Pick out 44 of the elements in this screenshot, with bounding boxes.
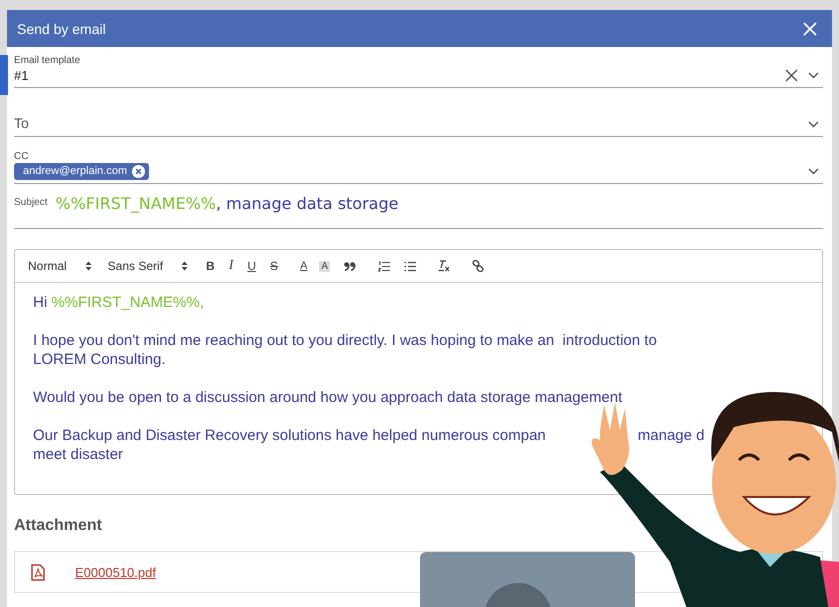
updown-icon bbox=[181, 261, 188, 271]
email-body-text: Our Backup and Disaster Recovery solutions have helped numerous compan bbox=[33, 427, 546, 444]
attachment-heading: Attachment bbox=[14, 517, 104, 535]
chevron-down-icon[interactable] bbox=[808, 168, 819, 174]
color-button[interactable]: A bbox=[298, 260, 310, 272]
clear-format-icon[interactable] bbox=[438, 260, 450, 272]
email-body-text: meet disaster bbox=[33, 446, 124, 463]
link-icon[interactable] bbox=[472, 260, 484, 272]
underline-button[interactable]: U bbox=[245, 259, 258, 273]
pdf-file-icon bbox=[31, 564, 45, 580]
bullet-list-icon[interactable] bbox=[404, 260, 416, 272]
remove-icon[interactable] bbox=[132, 164, 146, 178]
email-body-text: %%FIRST_NAME%%, bbox=[51, 294, 204, 311]
email-chip[interactable]: andrew@erplain.com bbox=[14, 162, 150, 180]
italic-button[interactable]: I bbox=[226, 258, 236, 274]
select-field[interactable]: To bbox=[14, 102, 823, 137]
bold-button[interactable]: B bbox=[204, 259, 217, 273]
header-select[interactable]: Normal bbox=[28, 259, 92, 273]
clear-icon[interactable] bbox=[785, 68, 798, 82]
select-field[interactable]: Email template #1 bbox=[14, 55, 823, 88]
email-body-text: Hi bbox=[33, 294, 48, 311]
font-select[interactable]: Sans Serif bbox=[108, 259, 188, 273]
field-label: CC bbox=[14, 151, 28, 162]
chips-field[interactable]: CC andrew@erplain.com bbox=[14, 151, 823, 184]
updown-icon bbox=[84, 261, 92, 271]
field-value: #1 bbox=[14, 68, 28, 82]
numbered-list-icon[interactable] bbox=[378, 260, 390, 272]
background-button[interactable]: A bbox=[319, 260, 330, 272]
subject-value: %%FIRST_NAME%%, manage data storage bbox=[55, 194, 398, 213]
email-body-text: LOREM Consulting. bbox=[33, 351, 166, 368]
chevron-down-icon[interactable] bbox=[808, 120, 819, 128]
email-body-text: manage d bbox=[638, 427, 704, 444]
field-label: Email template bbox=[14, 55, 80, 66]
chevron-down-icon[interactable] bbox=[808, 72, 819, 78]
field-label: To bbox=[14, 114, 29, 131]
strike-button[interactable]: S bbox=[268, 259, 280, 273]
quote-icon[interactable] bbox=[344, 262, 356, 270]
close-icon[interactable] bbox=[803, 22, 817, 36]
attachment-link[interactable]: E0000510.pdf bbox=[75, 564, 156, 580]
subject-field[interactable]: Subject %%FIRST_NAME%%, manage data storage bbox=[14, 194, 823, 229]
email-body-text: Would you be open to a discussion around how you approach data storage management bbox=[33, 389, 622, 406]
dialog-title: Send by email bbox=[17, 20, 107, 36]
email-body-text: I hope you don't mind me reaching out to you directly. I was hoping to make an introduction to bbox=[33, 332, 657, 349]
subject-label: Subject bbox=[14, 196, 48, 208]
